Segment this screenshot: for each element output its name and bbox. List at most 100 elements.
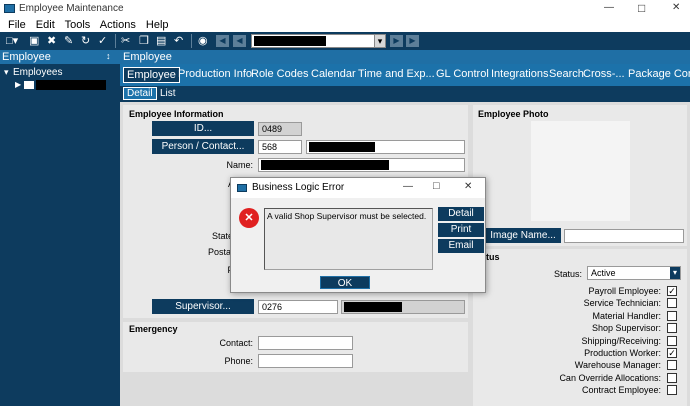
main-header: Employee bbox=[120, 50, 690, 64]
check-icon[interactable]: ✓ bbox=[98, 32, 107, 50]
tree-expand-icon[interactable]: ▶ bbox=[15, 80, 21, 89]
toolbar-separator bbox=[191, 34, 192, 48]
dialog-app-icon bbox=[237, 184, 247, 192]
image-name-field[interactable] bbox=[564, 229, 684, 243]
dialog-email-button[interactable]: Email bbox=[438, 239, 484, 253]
menu-edit[interactable]: Edit bbox=[36, 19, 55, 31]
checkbox-unchecked[interactable] bbox=[667, 360, 677, 371]
image-name-button[interactable]: Image Name... bbox=[485, 228, 561, 243]
tab-role-codes[interactable]: Role Codes bbox=[251, 68, 308, 80]
save-icon[interactable]: ▣ bbox=[29, 32, 39, 50]
supervisor-button[interactable]: Supervisor... bbox=[152, 299, 254, 314]
dialog-print-button[interactable]: Print bbox=[438, 223, 484, 237]
menu-actions[interactable]: Actions bbox=[100, 19, 136, 31]
last-record-icon[interactable]: ▶ bbox=[406, 35, 419, 47]
emergency-phone-label: Phone: bbox=[224, 356, 253, 366]
menu-bar: File Edit Tools Actions Help bbox=[0, 18, 690, 32]
record-selector[interactable]: ▾ bbox=[251, 34, 386, 48]
supervisor-name-field bbox=[341, 300, 465, 314]
toolbar-separator bbox=[115, 34, 116, 48]
paste-icon[interactable]: ▤ bbox=[156, 32, 166, 50]
dialog-title-bar: Business Logic Error — □ ✕ bbox=[231, 178, 485, 198]
status-dropdown-button[interactable]: ▾ bbox=[670, 267, 680, 279]
first-record-icon[interactable]: ◀ bbox=[216, 35, 229, 47]
dialog-message-box: A valid Shop Supervisor must be selected… bbox=[264, 208, 433, 270]
checkbox-unchecked[interactable] bbox=[667, 372, 677, 383]
dialog-minimize-button[interactable]: — bbox=[403, 181, 413, 192]
dialog-ok-button[interactable]: OK bbox=[320, 276, 370, 289]
business-logic-error-dialog: Business Logic Error — □ ✕ ✕ A valid Sho… bbox=[230, 177, 486, 293]
emergency-contact-field[interactable] bbox=[258, 336, 353, 350]
menu-help[interactable]: Help bbox=[146, 19, 169, 31]
toolbar: □▾ ▣ ✖ ✎ ↻ ✓ ✂ ❐ ▤ ↶ ◉ ◀ ◀ ▾ ▶ ▶ bbox=[0, 32, 690, 50]
tab-bar: Employee Production Info Role Codes Cale… bbox=[120, 64, 690, 86]
checkbox-checked[interactable]: ✓ bbox=[667, 348, 677, 358]
menu-tools[interactable]: Tools bbox=[65, 19, 91, 31]
person-contact-button[interactable]: Person / Contact... bbox=[152, 139, 254, 154]
checkbox-unchecked[interactable] bbox=[667, 323, 677, 334]
left-pane-header: Employee ↕ bbox=[0, 50, 120, 64]
tab-cross[interactable]: Cross-... bbox=[583, 68, 625, 80]
refresh-icon[interactable]: ↻ bbox=[81, 32, 90, 50]
dialog-maximize-button[interactable]: □ bbox=[433, 180, 440, 192]
maximize-button[interactable]: □ bbox=[638, 1, 645, 15]
left-pane-title: Employee bbox=[2, 51, 51, 63]
close-button[interactable]: ✕ bbox=[672, 2, 680, 13]
checkbox-checked[interactable]: ✓ bbox=[667, 286, 677, 296]
cut-icon[interactable]: ✂ bbox=[121, 32, 130, 50]
tab-package-control[interactable]: Package Contro bbox=[628, 68, 690, 80]
subtab-list[interactable]: List bbox=[160, 88, 176, 99]
emergency-phone-field[interactable] bbox=[258, 354, 353, 368]
person-contact-field[interactable]: 568 bbox=[258, 140, 302, 154]
attach-icon[interactable]: ✎ bbox=[64, 32, 73, 50]
tab-search[interactable]: Search bbox=[549, 68, 584, 80]
tab-gl-control[interactable]: GL Control bbox=[436, 68, 489, 80]
name-label: Name: bbox=[226, 160, 253, 170]
binoculars-icon[interactable]: ◉ bbox=[198, 32, 208, 50]
chevron-down-icon: ▾ bbox=[377, 36, 383, 46]
postal-label: Postal bbox=[207, 247, 233, 257]
tree-child[interactable] bbox=[24, 80, 106, 90]
checkbox-unchecked[interactable] bbox=[667, 385, 677, 396]
error-icon: ✕ bbox=[239, 208, 259, 228]
next-record-icon[interactable]: ▶ bbox=[390, 35, 403, 47]
status-checkbox-row: Shipping/Receiving: bbox=[473, 335, 687, 348]
checkbox-unchecked[interactable] bbox=[667, 298, 677, 309]
redacted-person-name bbox=[309, 142, 375, 152]
redacted-record bbox=[254, 36, 326, 46]
folder-icon bbox=[24, 81, 34, 89]
id-button[interactable]: ID... bbox=[152, 121, 254, 136]
menu-file[interactable]: File bbox=[8, 19, 26, 31]
emergency-panel: Emergency Contact: Phone: bbox=[123, 322, 468, 372]
supervisor-field[interactable]: 0276 bbox=[258, 300, 338, 314]
employee-photo-title: Employee Photo bbox=[478, 109, 549, 119]
dialog-close-button[interactable]: ✕ bbox=[464, 181, 472, 192]
status-select[interactable]: Active ▾ bbox=[587, 266, 681, 280]
new-icon[interactable]: □▾ bbox=[6, 32, 18, 50]
redacted-name bbox=[261, 160, 389, 170]
status-checkbox-row: Material Handler: bbox=[473, 310, 687, 323]
copy-icon[interactable]: ❐ bbox=[139, 32, 149, 50]
status-checkbox-label: Warehouse Manager: bbox=[574, 360, 661, 371]
tree-root[interactable]: Employees bbox=[13, 67, 62, 78]
tab-production-info[interactable]: Production Info bbox=[178, 68, 252, 80]
undo-icon[interactable]: ↶ bbox=[174, 32, 183, 50]
subtab-detail[interactable]: Detail bbox=[123, 87, 157, 100]
tab-integrations[interactable]: Integrations bbox=[491, 68, 548, 80]
tab-calendar[interactable]: Calendar bbox=[311, 68, 356, 80]
person-name-field[interactable] bbox=[306, 140, 465, 154]
emergency-contact-label: Contact: bbox=[219, 338, 253, 348]
tab-time-and-expense[interactable]: Time and Exp... bbox=[358, 68, 435, 80]
checkbox-unchecked[interactable] bbox=[667, 335, 677, 346]
record-dropdown-button[interactable]: ▾ bbox=[374, 35, 385, 47]
checkbox-unchecked[interactable] bbox=[667, 310, 677, 321]
status-checkbox-row: Production Worker: ✓ bbox=[473, 348, 687, 360]
tab-employee[interactable]: Employee bbox=[123, 67, 180, 83]
delete-icon[interactable]: ✖ bbox=[47, 32, 56, 50]
pin-icon[interactable]: ↕ bbox=[106, 51, 111, 61]
minimize-button[interactable]: — bbox=[604, 2, 614, 13]
tree-expand-icon[interactable]: ▾ bbox=[4, 67, 9, 78]
name-field[interactable] bbox=[258, 158, 465, 172]
dialog-detail-button[interactable]: Detail bbox=[438, 207, 484, 221]
previous-record-icon[interactable]: ◀ bbox=[233, 35, 246, 47]
